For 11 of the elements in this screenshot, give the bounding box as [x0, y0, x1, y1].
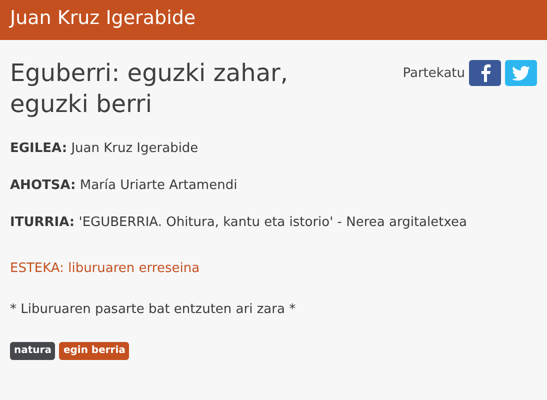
- review-link[interactable]: ESTEKA: liburuaren erreseina: [10, 261, 200, 276]
- tag[interactable]: egin berria: [59, 342, 130, 360]
- metadata-line: ITURRIA: 'EGUBERRIA. Ohitura, kantu eta istorio' - Nerea argitaletxea: [10, 214, 468, 232]
- playback-note: * Liburuaren pasarte bat entzuten ari zara *: [10, 301, 297, 319]
- tag[interactable]: natura: [10, 342, 56, 360]
- article-title: Eguberri: eguzki zahar, eguzki berri: [10, 58, 290, 120]
- metadata-line: AHOTSA: María Uriarte Artamendi: [10, 177, 238, 195]
- facebook-share-button[interactable]: [469, 60, 501, 86]
- share-label: Partekatu: [402, 66, 465, 80]
- bird-icon: [512, 66, 530, 80]
- metadata-line: EGILEA: Juan Kruz Igerabide: [10, 140, 200, 158]
